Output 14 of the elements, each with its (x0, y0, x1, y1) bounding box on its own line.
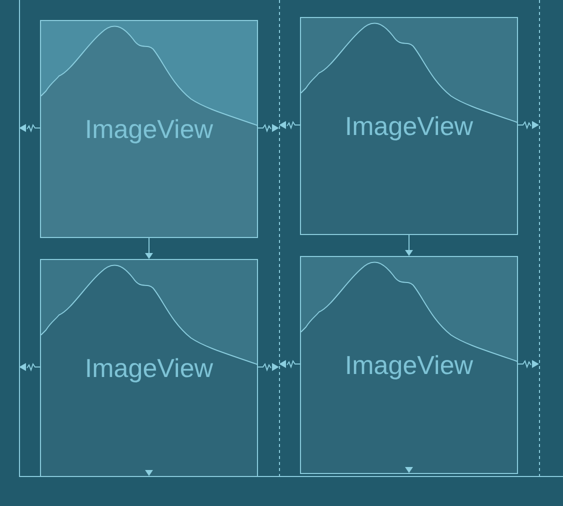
image-view[interactable]: ImageView (40, 20, 258, 238)
view-label: ImageView (344, 110, 474, 142)
constraint-spring (518, 120, 539, 130)
image-view[interactable]: ImageView (300, 256, 518, 474)
view-label: ImageView (84, 352, 214, 384)
constraint-spring (518, 360, 539, 368)
constraint-arrow (145, 238, 153, 259)
constraint-arrow (405, 234, 413, 256)
constraint-arrow (405, 466, 413, 473)
view-label: ImageView (84, 114, 214, 144)
constraint-arrow (145, 470, 153, 476)
view-label: ImageView (344, 350, 474, 380)
image-view[interactable]: ImageView (300, 17, 518, 235)
image-view[interactable]: ImageView (40, 259, 258, 477)
